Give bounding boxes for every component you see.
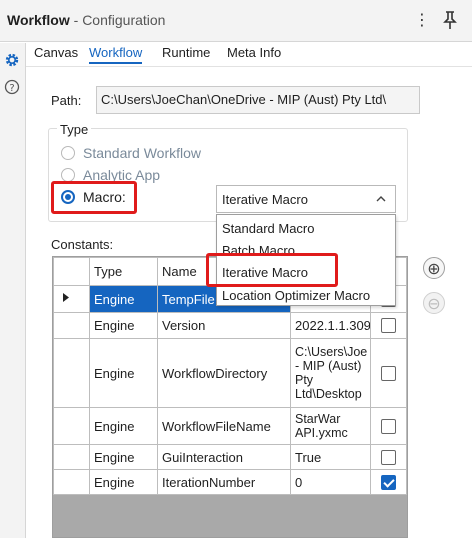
- help-icon[interactable]: ?: [4, 79, 20, 95]
- path-label: Path:: [51, 93, 82, 108]
- tab-bar: Canvas Workflow Runtime Meta Info: [26, 43, 472, 67]
- grid-corner: [53, 257, 90, 286]
- tab-runtime[interactable]: Runtime: [162, 45, 210, 60]
- number-checkbox[interactable]: [381, 474, 396, 490]
- cell-value[interactable]: 0: [290, 469, 371, 495]
- dropdown-item-location-optimizer-macro[interactable]: Location Optimizer Macro: [222, 288, 370, 303]
- cell-type[interactable]: Engine: [89, 285, 158, 313]
- macro-type-select[interactable]: Iterative Macro: [216, 185, 396, 213]
- row-indicator[interactable]: [53, 285, 90, 313]
- cell-number[interactable]: [370, 444, 407, 470]
- constants-label: Constants:: [51, 237, 114, 252]
- cell-value[interactable]: C:\Users\Joe - MIP (Aust) Pty Ltd\Deskto…: [290, 338, 371, 408]
- cell-name[interactable]: WorkflowFileName: [157, 407, 291, 445]
- row-indicator[interactable]: [53, 312, 90, 339]
- iterative-highlight-box: [206, 253, 338, 287]
- title-bar: Workflow - Configuration ⋮: [0, 0, 472, 42]
- cell-name[interactable]: GuiInteraction: [157, 444, 291, 470]
- table-row[interactable]: Engine IterationNumber 0: [53, 469, 407, 495]
- chevron-up-icon: [376, 196, 386, 202]
- cell-number[interactable]: [370, 338, 407, 408]
- tab-canvas[interactable]: Canvas: [34, 45, 78, 60]
- radio-standard-workflow[interactable]: Standard Workflow: [61, 145, 201, 161]
- svg-text:?: ?: [9, 83, 14, 94]
- row-pointer-icon: [63, 293, 69, 302]
- macro-highlight-box: [51, 181, 137, 214]
- table-row[interactable]: Engine WorkflowFileName StarWar API.yxmc: [53, 407, 407, 445]
- add-constant-button[interactable]: ⊕: [423, 257, 445, 279]
- cell-type[interactable]: Engine: [89, 469, 158, 495]
- panel-title: Workflow - Configuration: [7, 12, 166, 28]
- cell-number[interactable]: [370, 469, 407, 495]
- cell-name[interactable]: IterationNumber: [157, 469, 291, 495]
- row-indicator[interactable]: [53, 444, 90, 470]
- row-indicator[interactable]: [53, 338, 90, 408]
- number-checkbox[interactable]: [381, 318, 396, 333]
- tab-meta-info[interactable]: Meta Info: [227, 45, 281, 60]
- cell-number[interactable]: [370, 407, 407, 445]
- column-header-type[interactable]: Type: [89, 257, 158, 286]
- row-indicator[interactable]: [53, 407, 90, 445]
- path-field[interactable]: C:\Users\JoeChan\OneDrive - MIP (Aust) P…: [96, 86, 420, 114]
- cell-name[interactable]: WorkflowDirectory: [157, 338, 291, 408]
- cell-type[interactable]: Engine: [89, 444, 158, 470]
- remove-constant-button[interactable]: ⊖: [423, 292, 445, 314]
- cell-type[interactable]: Engine: [89, 338, 158, 408]
- radio-label: Standard Workflow: [83, 145, 202, 161]
- dropdown-item-standard-macro[interactable]: Standard Macro: [222, 221, 315, 236]
- cell-value[interactable]: StarWar API.yxmc: [290, 407, 371, 445]
- number-checkbox[interactable]: [381, 418, 396, 434]
- table-row[interactable]: Engine Version 2022.1.1.309: [53, 312, 407, 339]
- number-checkbox[interactable]: [381, 365, 396, 381]
- type-legend: Type: [57, 122, 92, 137]
- table-row[interactable]: Engine GuiInteraction True: [53, 444, 407, 470]
- cell-value[interactable]: 2022.1.1.309: [290, 312, 371, 339]
- cell-type[interactable]: Engine: [89, 312, 158, 339]
- cell-value[interactable]: True: [290, 444, 371, 470]
- number-checkbox[interactable]: [381, 449, 396, 465]
- macro-type-value: Iterative Macro: [222, 192, 308, 207]
- left-rail: ?: [0, 43, 26, 538]
- cell-type[interactable]: Engine: [89, 407, 158, 445]
- gear-icon[interactable]: [4, 52, 20, 68]
- radio-button[interactable]: [61, 168, 75, 182]
- kebab-menu-icon[interactable]: ⋮: [414, 10, 430, 30]
- cell-number[interactable]: [370, 312, 407, 339]
- tab-workflow[interactable]: Workflow: [89, 45, 143, 64]
- table-row[interactable]: Engine WorkflowDirectory C:\Users\Joe - …: [53, 338, 407, 408]
- cell-name[interactable]: Version: [157, 312, 291, 339]
- radio-button[interactable]: [61, 146, 75, 160]
- row-indicator[interactable]: [53, 469, 90, 495]
- pin-icon[interactable]: [442, 10, 458, 30]
